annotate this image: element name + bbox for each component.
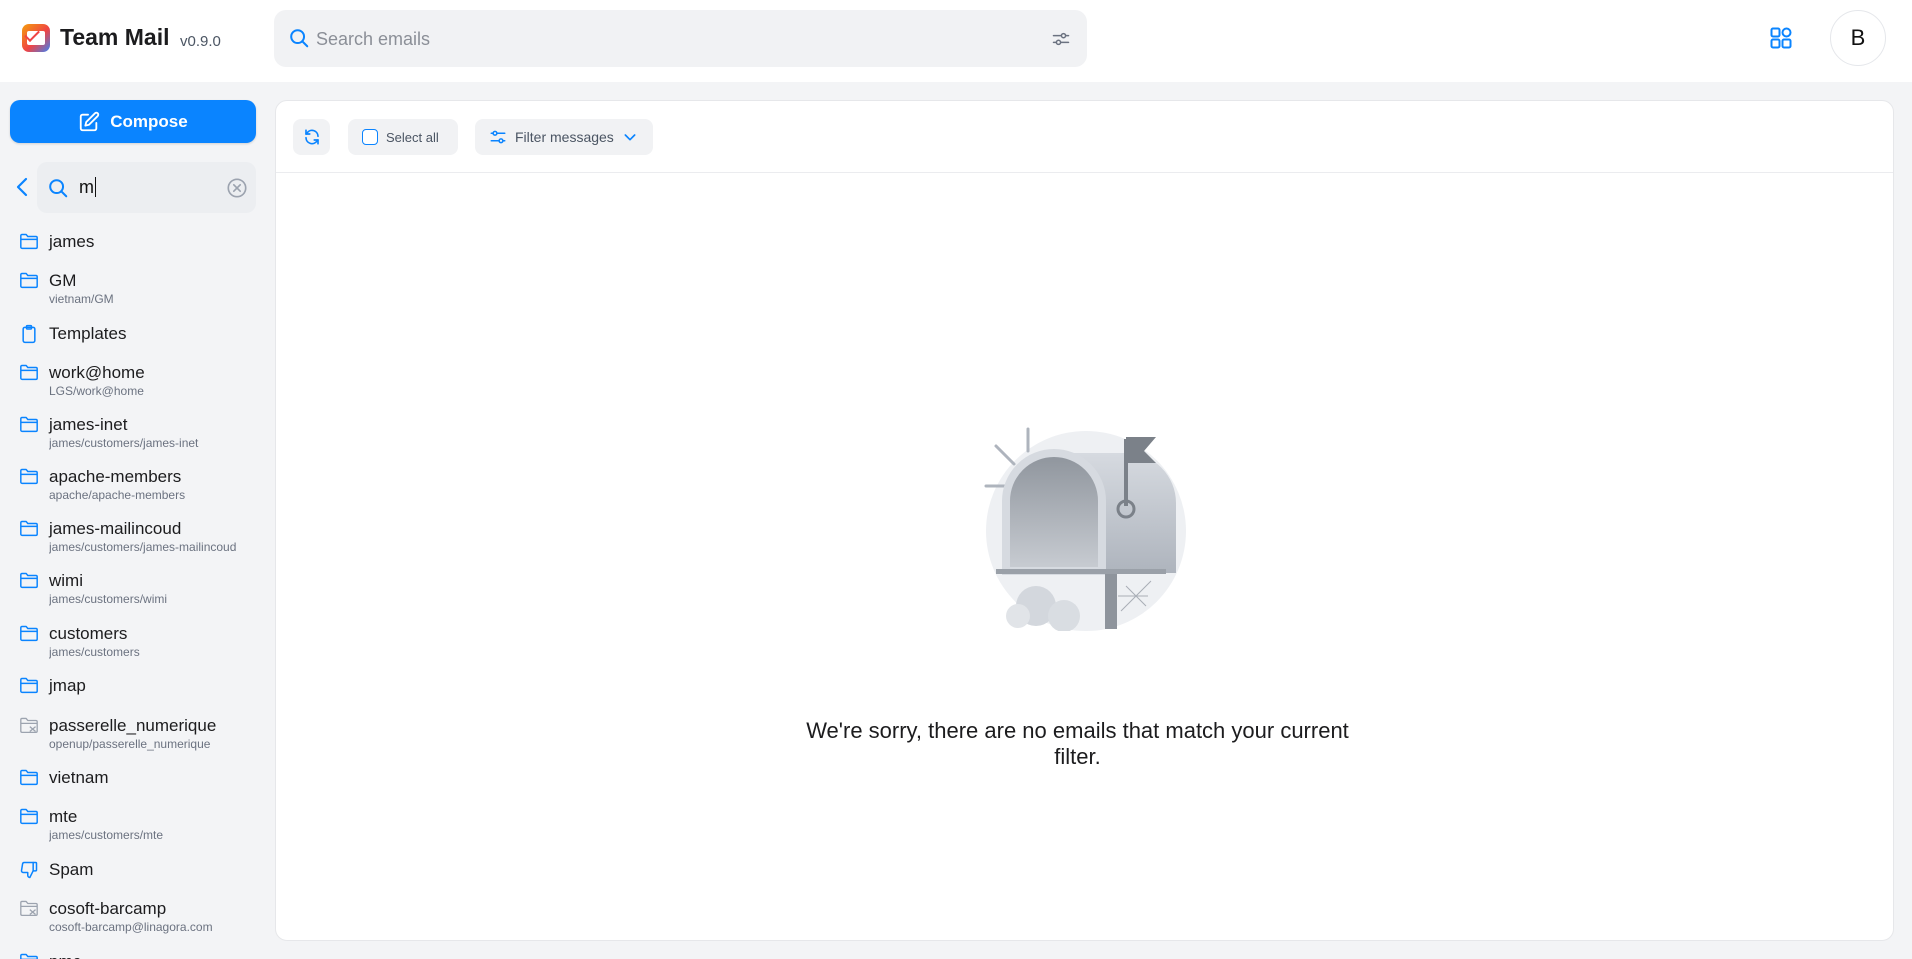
sidebar-folder-item[interactable]: pmc <box>0 948 262 959</box>
search-filter-icon[interactable] <box>1051 29 1071 49</box>
sidebar-folder-item[interactable]: mte james/customers/mte <box>0 803 262 851</box>
folder-name: GM <box>49 271 77 290</box>
folder-path: james/customers/james-mailincoud <box>49 540 237 554</box>
sidebar-folder-item[interactable]: james-mailincoud james/customers/james-ma… <box>0 515 262 563</box>
folder-name: vietnam <box>49 768 109 787</box>
empty-state-message: We're sorry, there are no emails that ma… <box>806 718 1349 769</box>
folder-name: apache-members <box>49 467 182 486</box>
folder-name: work@home <box>49 363 145 382</box>
folder-icon <box>19 363 39 386</box>
refresh-button[interactable] <box>293 119 330 155</box>
sidebar-folder-item[interactable]: customers james/customers <box>0 620 262 668</box>
folder-name: james <box>49 232 95 251</box>
app-version: v0.9.0 <box>180 33 221 50</box>
user-avatar[interactable]: B <box>1830 10 1886 66</box>
compose-icon <box>80 111 100 131</box>
folder-path: openup/passerelle_numerique <box>49 737 211 751</box>
chevron-down-icon <box>624 134 636 141</box>
search-icon <box>290 29 309 48</box>
sidebar-folder-item[interactable]: GM vietnam/GM <box>0 267 262 315</box>
folder-name: wimi <box>49 571 83 590</box>
folder-path: apache/apache-members <box>49 488 186 502</box>
filter-messages-button[interactable]: Filter messages <box>475 119 653 155</box>
empty-mailbox-illustration <box>984 427 1186 631</box>
folder-path: LGS/work@home <box>49 384 144 398</box>
clipboard-icon <box>19 324 39 349</box>
select-all-button[interactable]: Select all <box>348 119 458 155</box>
folder-icon <box>19 271 39 294</box>
folder-path: cosoft-barcamp@linagora.com <box>49 920 213 934</box>
app-logo-icon <box>22 24 50 52</box>
chevron-left-icon[interactable] <box>14 176 32 198</box>
folder-name: customers <box>49 624 128 643</box>
sidebar-folder-item[interactable]: wimi james/customers/wimi <box>0 567 262 615</box>
folder-name: pmc <box>49 952 81 959</box>
folder-name: jmap <box>49 676 86 695</box>
folder-name: Spam <box>49 860 94 879</box>
folder-icon <box>19 624 39 647</box>
folder-icon <box>19 232 39 255</box>
sidebar-folder-item[interactable]: work@home LGS/work@home <box>0 359 262 407</box>
top-bar: Team Mail v0.9.0 B <box>0 0 1912 82</box>
filter-messages-label: Filter messages <box>515 129 614 145</box>
folder-icon <box>19 807 39 830</box>
refresh-icon <box>304 129 319 145</box>
folder-path: james/customers/wimi <box>49 592 168 606</box>
folder-name: cosoft-barcamp <box>49 899 167 918</box>
folder-path: james/customers/mte <box>49 828 164 842</box>
folder-path: james/customers/james-inet <box>49 436 199 450</box>
app-grid-icon[interactable] <box>1769 26 1793 50</box>
folder-icon <box>19 768 39 791</box>
folder-name: james-inet <box>49 415 128 434</box>
compose-label: Compose <box>110 111 188 131</box>
folder-icon <box>19 415 39 438</box>
select-all-label: Select all <box>386 129 439 145</box>
folder-name: Templates <box>49 324 127 343</box>
folder-path: vietnam/GM <box>49 292 114 306</box>
folder-path: james/customers <box>49 645 140 659</box>
search-input[interactable] <box>316 24 1016 54</box>
sidebar-folder-item[interactable]: passerelle_numerique openup/passerelle_nu… <box>0 712 262 760</box>
folder-icon <box>19 519 39 542</box>
sidebar-folder-item[interactable]: apache-members apache/apache-members <box>0 463 262 511</box>
folder-icon <box>19 571 39 594</box>
folder-search-input[interactable]: m <box>79 177 96 197</box>
search-bar[interactable] <box>274 10 1087 67</box>
filter-sliders-icon <box>490 130 506 144</box>
folder-icon <box>19 676 39 699</box>
folder-name: mte <box>49 807 78 826</box>
select-all-checkbox[interactable] <box>362 129 378 145</box>
sidebar-folder-item[interactable]: cosoft-barcamp cosoft-barcamp@linagora.co… <box>0 895 262 943</box>
search-icon <box>49 179 68 198</box>
folder-search-field[interactable]: m <box>37 162 256 213</box>
clear-icon[interactable] <box>226 177 248 199</box>
folder-icon <box>19 467 39 490</box>
folder-list: james GM vietnam/GM Templates work@home LGS/w… <box>0 228 262 959</box>
folder-unsubscribed-icon <box>19 716 39 739</box>
app-title: Team Mail <box>60 24 170 50</box>
thumbs-down-icon <box>19 860 39 885</box>
folder-unsubscribed-icon <box>19 899 39 922</box>
sidebar-folder-item[interactable]: james-inet james/customers/james-inet <box>0 411 262 459</box>
email-list-toolbar: Select all Filter messages <box>276 101 1893 173</box>
email-list-panel: Select all Filter messages We're sorry, … <box>275 100 1894 941</box>
compose-button[interactable]: Compose <box>10 100 256 143</box>
folder-icon <box>19 952 39 959</box>
folder-name: james-mailincoud <box>49 519 182 538</box>
folder-name: passerelle_numerique <box>49 716 217 735</box>
empty-state: We're sorry, there are no emails that ma… <box>276 173 1893 941</box>
